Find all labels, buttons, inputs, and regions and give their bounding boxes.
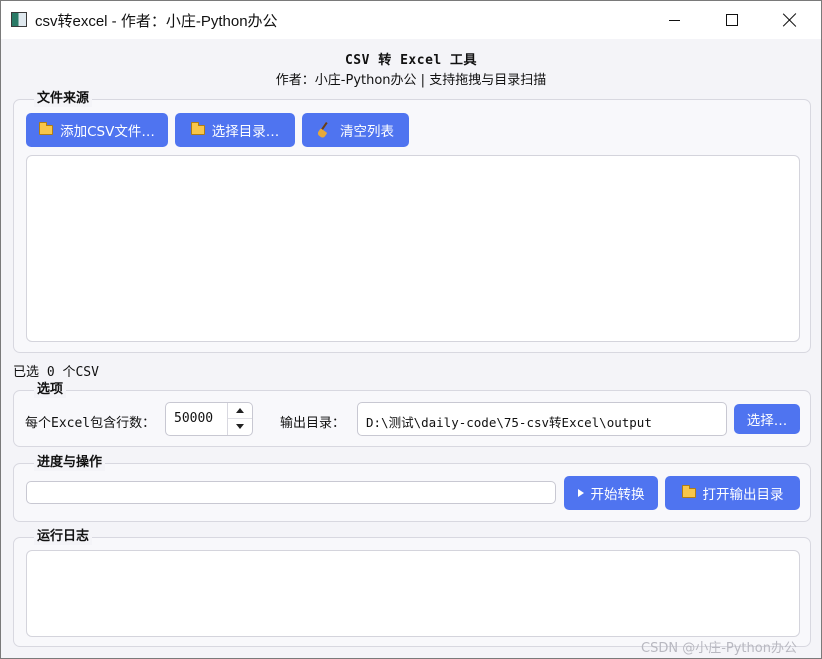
clear-list-button[interactable]: 清空列表 [302,113,409,147]
spin-down-button[interactable] [228,419,252,434]
arrow-down-icon [236,424,244,429]
rows-per-excel-label: 每个Excel包含行数： [25,416,156,431]
progress-group: 进度与操作 开始转换 打开输出目录 [13,455,811,522]
log-group: 运行日志 [13,529,811,647]
options-title: 选项 [34,382,67,398]
output-directory-field[interactable]: D:\测试\daily-code\75-csv转Excel\output [357,402,727,436]
choose-output-label: 选择… [746,413,788,429]
folder-icon [681,485,696,498]
output-directory-label: 输出目录： [280,416,346,431]
open-output-button[interactable]: 打开输出目录 [665,476,800,510]
title-bar: csv转excel - 作者：小庄-Python办公 [1,1,821,39]
arrow-up-icon [236,408,244,413]
select-directory-label: 选择目录… [211,124,280,140]
watermark: CSDN @小庄-Python办公 [641,641,797,656]
clear-list-label: 清空列表 [340,124,394,140]
file-source-title: 文件来源 [34,91,93,107]
add-csv-button[interactable]: 添加CSV文件… [26,113,168,147]
app-icon [11,12,27,27]
log-title: 运行日志 [34,529,93,545]
page-subtitle: 作者：小庄-Python办公 | 支持拖拽与目录扫描 [275,73,547,88]
rows-per-excel-spinbox[interactable]: 50000 [165,402,253,436]
rows-per-excel-value: 50000 [174,411,214,426]
play-icon [577,489,584,497]
spin-buttons [227,403,252,435]
progress-title: 进度与操作 [34,455,106,471]
folder-icon [39,122,54,135]
maximize-button[interactable] [703,1,761,39]
close-button[interactable] [761,1,819,39]
file-list[interactable] [26,155,800,342]
add-csv-label: 添加CSV文件… [60,124,155,140]
close-icon [783,13,797,27]
file-source-group: 文件来源 添加CSV文件… 选择目录… 清空列表 [13,91,811,353]
choose-output-button[interactable]: 选择… [734,404,800,434]
progress-bar [26,481,556,504]
start-convert-button[interactable]: 开始转换 [564,476,658,510]
options-group: 选项 每个Excel包含行数： 50000 输出目录： D:\测试\daily-… [13,382,811,447]
spin-up-button[interactable] [228,403,252,419]
selected-count-label: 已选 0 个CSV [13,365,99,380]
app-window: csv转excel - 作者：小庄-Python办公 CSV 转 Excel 工… [0,0,822,659]
broom-icon [316,122,333,139]
window-title: csv转excel - 作者：小庄-Python办公 [35,13,278,30]
minimize-button[interactable] [645,1,703,39]
open-output-label: 打开输出目录 [702,487,784,503]
minimize-icon [668,19,680,21]
folder-icon [190,122,205,135]
page-title: CSV 转 Excel 工具 [344,53,478,68]
select-directory-button[interactable]: 选择目录… [175,113,295,147]
log-textarea[interactable] [26,550,800,637]
start-convert-label: 开始转换 [590,487,645,503]
maximize-icon [726,14,738,26]
